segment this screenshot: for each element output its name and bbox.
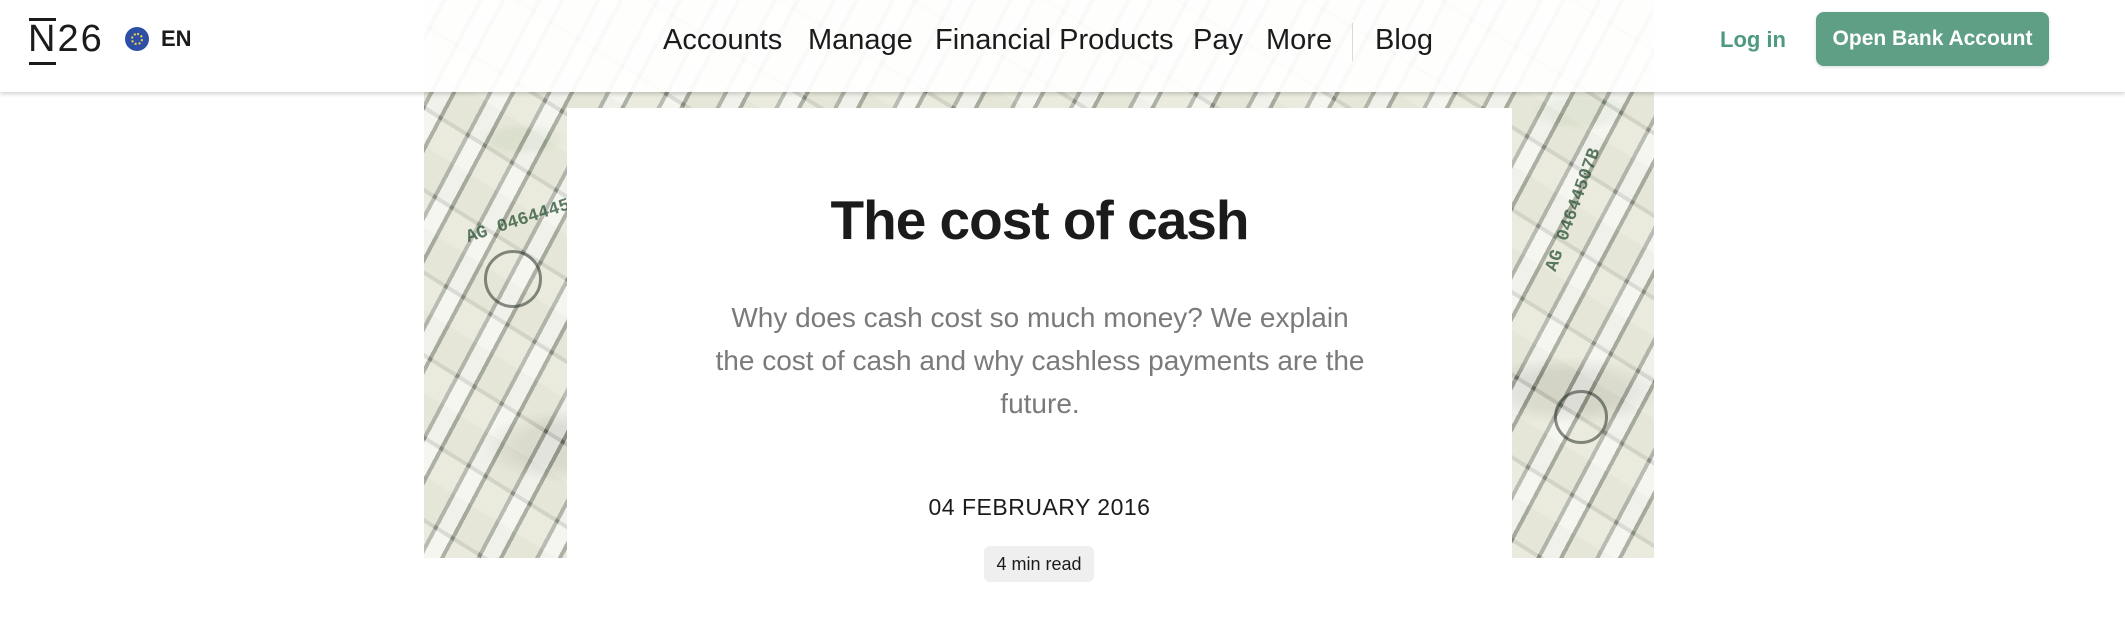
login-link[interactable]: Log in bbox=[1720, 24, 1786, 56]
site-header: N26 EN Accounts Manage Financial Product… bbox=[0, 0, 2125, 92]
nav-divider bbox=[1352, 23, 1353, 61]
nav-blog[interactable]: Blog bbox=[1375, 20, 1433, 60]
article-lede: Why does cash cost so much money? We exp… bbox=[715, 302, 1365, 419]
article-date: 04 FEBRUARY 2016 bbox=[928, 494, 1151, 520]
banknote-seal-icon bbox=[484, 250, 542, 308]
n26-logo[interactable]: N26 bbox=[28, 16, 104, 65]
nav-manage[interactable]: Manage bbox=[808, 20, 913, 60]
banknote-serial-decoration: AG 04644507B bbox=[1542, 145, 1606, 275]
article-header-card: The cost of cash Why does cash cost so m… bbox=[567, 108, 1512, 631]
logo-digits: 26 bbox=[57, 18, 104, 60]
logo-n-letter: N bbox=[28, 18, 58, 65]
eu-flag-icon bbox=[125, 27, 149, 51]
banknote-serial-decoration: AG 04644450 bbox=[463, 192, 584, 248]
read-time-badge: 4 min read bbox=[984, 546, 1094, 582]
nav-financial-products[interactable]: Financial Products bbox=[935, 20, 1174, 60]
nav-accounts[interactable]: Accounts bbox=[663, 20, 782, 60]
banknote-seal-icon bbox=[1554, 390, 1608, 444]
open-bank-account-button[interactable]: Open Bank Account bbox=[1816, 12, 2049, 66]
article-title: The cost of cash bbox=[830, 189, 1250, 251]
nav-pay[interactable]: Pay bbox=[1193, 20, 1243, 60]
nav-more[interactable]: More bbox=[1266, 20, 1332, 60]
language-selector[interactable]: EN bbox=[125, 25, 192, 53]
language-label: EN bbox=[161, 26, 192, 51]
